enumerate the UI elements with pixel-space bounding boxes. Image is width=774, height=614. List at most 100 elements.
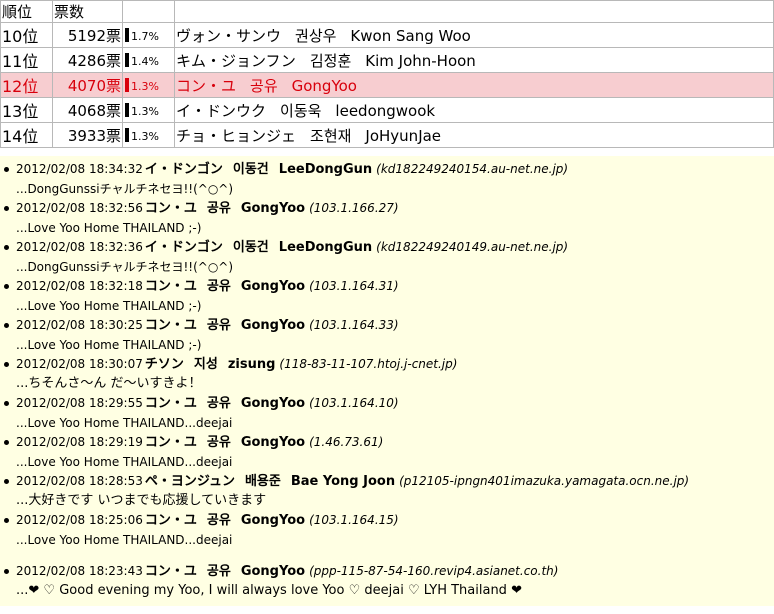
votes-cell: 4068票	[52, 97, 123, 123]
name-cell[interactable]: チョ・ヒョンジェ 조현재 JoHyunJae	[174, 122, 774, 148]
comment-host: (118-83-11-107.htoj.j-cnet.jp)	[279, 357, 458, 371]
comment-author[interactable]: コン・ユ 공유 GongYoo	[145, 201, 305, 216]
comment-message: ...❤ ♡ Good evening my Yoo, I will alway…	[16, 583, 522, 598]
bullet-icon	[4, 362, 9, 367]
comment-host: (kd182249240149.au-net.ne.jp)	[376, 240, 569, 254]
comment-author[interactable]: コン・ユ 공유 GongYoo	[145, 279, 305, 294]
rank-cell: 11位	[0, 47, 53, 73]
name-jp: キム・ジョンフン	[176, 51, 296, 70]
ranking-row: 10位 5192票 1.7% ヴォン・サンウ 권상우 Kwon Sang Woo	[0, 22, 774, 48]
comment-header: 2012/02/08 18:29:55 コン・ユ 공유 GongYoo (103.1.1…	[0, 394, 774, 413]
comment-host: (p12105-ipngn401imazuka.yamagata.ocn.ne.…	[399, 474, 690, 488]
comment-author[interactable]: コン・ユ 공유 GongYoo	[145, 564, 305, 579]
author-jp: ペ・ヨンジュン	[144, 474, 235, 489]
bullet-icon	[4, 206, 9, 211]
comment-entry: 2012/02/08 18:32:36 イ・ドンゴン 이동건 LeeDongGun (k…	[0, 238, 774, 277]
comment-date: 2012/02/08 18:29:55	[16, 396, 143, 410]
comment-header: 2012/02/08 18:30:07 チソン 지성 zisung (118-83-11…	[0, 355, 774, 374]
author-kr: 공유	[206, 201, 231, 216]
author-kr: 공유	[206, 396, 231, 411]
name-cell[interactable]: イ・ドンウク 이동욱 leedongwook	[174, 97, 774, 123]
comment-entry: 2012/02/08 18:29:55 コン・ユ 공유 GongYoo (103.1.1…	[0, 394, 774, 433]
name-kr: 공유	[250, 76, 278, 95]
author-en: zisung	[227, 357, 276, 372]
author-en: GongYoo	[240, 564, 306, 579]
comment-author[interactable]: チソン 지성 zisung	[145, 357, 276, 372]
share-percent: 1.3%	[131, 104, 159, 118]
votes-cell: 4070票	[52, 72, 123, 98]
comment-header: 2012/02/08 18:23:43 コン・ユ 공유 GongYoo (ppp-115…	[0, 562, 774, 581]
author-jp: コン・ユ	[144, 435, 197, 450]
comment-author[interactable]: コン・ユ 공유 GongYoo	[145, 318, 305, 333]
name-cell[interactable]: ヴォン・サンウ 권상우 Kwon Sang Woo	[174, 22, 774, 48]
comment-entry: 2012/02/08 18:25:06 コン・ユ 공유 GongYoo (103.1.1…	[0, 511, 774, 550]
comment-entry: 2012/02/08 18:30:07 チソン 지성 zisung (118-83-11…	[0, 355, 774, 394]
votes-cell: 3933票	[52, 122, 123, 148]
ranking-row: 11位 4286票 1.4% キム・ジョンフン 김정훈 Kim John-Hoon	[0, 47, 774, 73]
name-cell[interactable]: キム・ジョンフン 김정훈 Kim John-Hoon	[174, 47, 774, 73]
comment-entry: 2012/02/08 18:29:19 コン・ユ 공유 GongYoo (1.46.73…	[0, 433, 774, 472]
share-cell: 1.3%	[122, 72, 175, 98]
comment-header: 2012/02/08 18:34:32 イ・ドンゴン 이동건 LeeDongGun (k…	[0, 160, 774, 179]
name-en: GongYoo	[291, 76, 357, 95]
comment-date: 2012/02/08 18:32:56	[16, 201, 143, 215]
name-header	[174, 0, 774, 23]
comment-host: (103.1.164.10)	[309, 396, 399, 410]
bullet-icon	[4, 479, 9, 484]
share-bar	[125, 27, 129, 42]
comment-date: 2012/02/08 18:34:32	[16, 162, 143, 176]
comment-header: 2012/02/08 18:29:19 コン・ユ 공유 GongYoo (1.46.73…	[0, 433, 774, 452]
bullet-icon	[4, 167, 9, 172]
comment-host: (103.1.164.31)	[309, 279, 399, 293]
comment-date: 2012/02/08 18:23:43	[16, 564, 143, 578]
comment-author[interactable]: ペ・ヨンジュン 배용준 Bae Yong Joon	[145, 474, 395, 489]
name-en: Kwon Sang Woo	[350, 26, 471, 45]
comment-header: 2012/02/08 18:28:53 ペ・ヨンジュン 배용준 Bae Yong Jo…	[0, 472, 774, 491]
comment-header: 2012/02/08 18:25:06 コン・ユ 공유 GongYoo (103.1.1…	[0, 511, 774, 530]
comment-author[interactable]: コン・ユ 공유 GongYoo	[145, 396, 305, 411]
share-percent: 1.7%	[131, 29, 159, 43]
comment-author[interactable]: コン・ユ 공유 GongYoo	[145, 435, 305, 450]
share-cell: 1.3%	[122, 97, 175, 123]
author-en: LeeDongGun	[278, 240, 373, 255]
comment-header: 2012/02/08 18:32:56 コン・ユ 공유 GongYoo (103.1.1…	[0, 199, 774, 218]
ranking-header-row: 順位 票数	[0, 0, 774, 23]
author-en: GongYoo	[240, 396, 306, 411]
name-en: JoHyunJae	[365, 126, 442, 145]
comment-author[interactable]: コン・ユ 공유 GongYoo	[145, 513, 305, 528]
author-kr: 공유	[206, 564, 231, 579]
comment-entry: 2012/02/08 18:28:53 ペ・ヨンジュン 배용준 Bae Yong Jo…	[0, 472, 774, 511]
comment-date: 2012/02/08 18:32:36	[16, 240, 143, 254]
ranking-row: 12位 4070票 1.3% コン・ユ 공유 GongYoo	[0, 72, 774, 98]
author-kr: 공유	[206, 435, 231, 450]
rank-cell: 14位	[0, 122, 53, 148]
author-en: GongYoo	[240, 435, 306, 450]
share-cell: 1.3%	[122, 122, 175, 148]
comment-host: (103.1.164.15)	[309, 513, 399, 527]
name-cell[interactable]: コン・ユ 공유 GongYoo	[174, 72, 774, 98]
bullet-icon	[4, 518, 9, 523]
author-kr: 이동건	[232, 162, 269, 177]
comment-message: ...大好きです いつまでも応援していきます	[16, 493, 267, 508]
name-jp: コン・ユ	[176, 76, 237, 95]
comment-message: ...Love Yoo Home THAILAND ;-)	[16, 221, 202, 235]
share-percent: 1.4%	[131, 54, 159, 68]
comment-message: ...Love Yoo Home THAILAND...deejai	[16, 416, 233, 430]
author-kr: 배용준	[244, 474, 281, 489]
comment-date: 2012/02/08 18:32:18	[16, 279, 143, 293]
comment-author[interactable]: イ・ドンゴン 이동건 LeeDongGun	[145, 240, 372, 255]
comment-entry: 2012/02/08 18:34:32 イ・ドンゴン 이동건 LeeDongGun (k…	[0, 160, 774, 199]
comment-header: 2012/02/08 18:32:36 イ・ドンゴン 이동건 LeeDongGun (k…	[0, 238, 774, 257]
author-kr: 공유	[206, 318, 231, 333]
comment-date: 2012/02/08 18:28:53	[16, 474, 143, 488]
author-kr: 공유	[206, 513, 231, 528]
author-jp: コン・ユ	[144, 564, 197, 579]
author-en: GongYoo	[240, 201, 306, 216]
comment-author[interactable]: イ・ドンゴン 이동건 LeeDongGun	[145, 162, 372, 177]
share-cell: 1.4%	[122, 47, 175, 73]
comment-host: (kd182249240154.au-net.ne.jp)	[376, 162, 569, 176]
author-kr: 이동건	[232, 240, 269, 255]
bullet-icon	[4, 569, 9, 574]
author-kr: 공유	[206, 279, 231, 294]
